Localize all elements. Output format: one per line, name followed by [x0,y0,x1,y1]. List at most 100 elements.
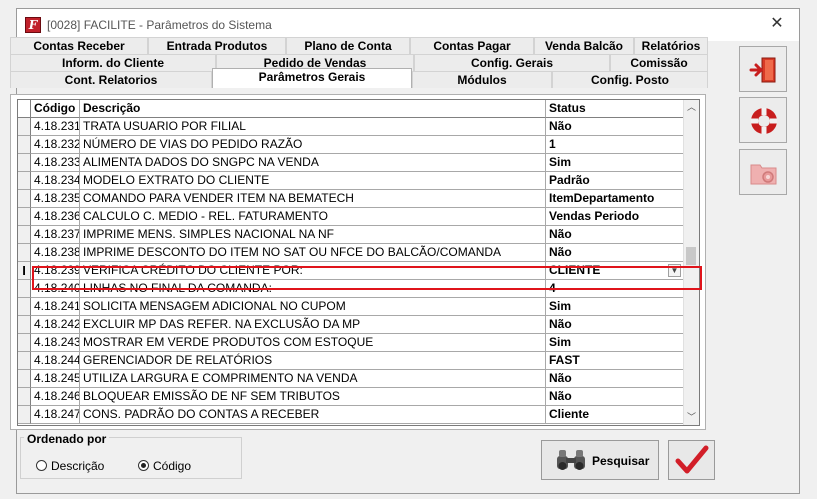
row-indicator [18,316,31,334]
tab-contas-pagar[interactable]: Contas Pagar [410,37,534,54]
scroll-down-icon[interactable]: ﹀ [684,410,699,425]
row-code: 4.18.235 [31,190,80,208]
row-code: 4.18.243 [31,334,80,352]
tab-contas-receber[interactable]: Contas Receber [10,37,148,54]
row-code: 4.18.236 [31,208,80,226]
row-status[interactable]: Padrão [546,172,684,190]
table-row[interactable]: 4.18.237 IMPRIME MENS. SIMPLES NACIONAL … [18,226,684,244]
row-status[interactable]: Sim [546,298,684,316]
search-button[interactable]: Pesquisar [541,440,659,480]
radio-order-description[interactable]: Descrição [36,458,104,474]
row-code: 4.18.233 [31,154,80,172]
table-row[interactable]: 4.18.231 TRATA USUARIO POR FILIAL Não [18,118,684,136]
confirm-button[interactable] [668,440,715,480]
tab-entrada-produtos[interactable]: Entrada Produtos [148,37,286,54]
row-status[interactable]: ItemDepartamento [546,190,684,208]
checkmark-icon [675,445,709,474]
table-row[interactable]: 4.18.234 MODELO EXTRATO DO CLIENTE Padrã… [18,172,684,190]
table-row-selected[interactable]: I 4.18.239 VERIFICA CRÉDITO DO CLIENTE P… [18,262,684,280]
tab-comissao[interactable]: Comissão [610,54,708,71]
tab-modulos[interactable]: Módulos [412,71,552,88]
row-description: EXCLUIR MP DAS REFER. NA EXCLUSÃO DA MP [80,316,546,334]
table-row[interactable]: 4.18.240 LINHAS NO FINAL DA COMANDA: 4 [18,280,684,298]
scrollbar-thumb[interactable] [686,247,696,265]
row-description: TRATA USUARIO POR FILIAL [80,118,546,136]
row-status[interactable]: Não [546,370,684,388]
table-row[interactable]: 4.18.236 CALCULO C. MEDIO - REL. FATURAM… [18,208,684,226]
status-dropdown[interactable]: CLIENTE ▼ [546,262,684,280]
header-description[interactable]: Descrição [80,100,546,118]
row-status[interactable]: 1 [546,136,684,154]
row-code: 4.18.241 [31,298,80,316]
exit-door-icon [749,57,776,83]
row-status[interactable]: Cliente [546,406,684,424]
row-indicator [18,406,31,424]
header-code[interactable]: Código [31,100,80,118]
row-code: 4.18.234 [31,172,80,190]
table-row[interactable]: 4.18.241 SOLICITA MENSAGEM ADICIONAL NO … [18,298,684,316]
row-description: IMPRIME MENS. SIMPLES NACIONAL NA NF [80,226,546,244]
parameters-grid: Código Descrição Status 4.18.231 TRATA U… [17,99,700,426]
row-code: 4.18.247 [31,406,80,424]
tab-config-posto[interactable]: Config. Posto [552,71,708,88]
row-description: LINHAS NO FINAL DA COMANDA: [80,280,546,298]
header-status[interactable]: Status [546,100,684,118]
row-code: 4.18.232 [31,136,80,154]
row-description: VERIFICA CRÉDITO DO CLIENTE POR: [80,262,546,280]
order-by-legend: Ordenado por [24,432,110,446]
help-button[interactable] [739,97,787,143]
row-status[interactable]: Não [546,316,684,334]
row-code: 4.18.238 [31,244,80,262]
config-button-disabled[interactable] [739,149,787,195]
table-row[interactable]: 4.18.244 GERENCIADOR DE RELATÓRIOS FAST [18,352,684,370]
row-description: IMPRIME DESCONTO DO ITEM NO SAT OU NFCE … [80,244,546,262]
binoculars-icon [557,450,585,470]
row-status[interactable]: Não [546,226,684,244]
radio-checked-icon[interactable] [138,460,149,472]
row-description: MOSTRAR EM VERDE PRODUTOS COM ESTOQUE [80,334,546,352]
row-indicator [18,244,31,262]
exit-button[interactable] [739,46,787,92]
tab-venda-balcao[interactable]: Venda Balcão [534,37,634,54]
row-status[interactable]: Não [546,244,684,262]
edit-cursor-marker: I [22,263,26,278]
row-indicator [18,352,31,370]
row-description: CALCULO C. MEDIO - REL. FATURAMENTO [80,208,546,226]
tab-cont-relatorios[interactable]: Cont. Relatorios [10,71,212,88]
table-row[interactable]: 4.18.245 UTILIZA LARGURA E COMPRIMENTO N… [18,370,684,388]
table-row[interactable]: 4.18.238 IMPRIME DESCONTO DO ITEM NO SAT… [18,244,684,262]
tab-inform-cliente[interactable]: Inform. do Cliente [10,54,216,71]
row-code: 4.18.245 [31,370,80,388]
table-row[interactable]: 4.18.247 CONS. PADRÃO DO CONTAS A RECEBE… [18,406,684,424]
table-row[interactable]: 4.18.243 MOSTRAR EM VERDE PRODUTOS COM E… [18,334,684,352]
table-row[interactable]: 4.18.233 ALIMENTA DADOS DO SNGPC NA VEND… [18,154,684,172]
tab-strip: Contas Receber Entrada Produtos Plano de… [10,37,708,93]
tab-parametros-gerais[interactable]: Parâmetros Gerais [212,68,412,88]
radio-order-code[interactable]: Código [138,458,191,474]
tab-config-gerais[interactable]: Config. Gerais [414,54,610,71]
radio-circle-icon[interactable] [36,460,47,472]
row-indicator [18,190,31,208]
row-status[interactable]: Não [546,388,684,406]
row-status[interactable]: Não [546,118,684,136]
table-row[interactable]: 4.18.246 BLOQUEAR EMISSÃO DE NF SEM TRIB… [18,388,684,406]
tab-relatorios[interactable]: Relatórios [634,37,708,54]
row-description: BLOQUEAR EMISSÃO DE NF SEM TRIBUTOS [80,388,546,406]
scroll-up-icon[interactable]: ︿ [684,100,699,115]
row-status[interactable]: Vendas Periodo [546,208,684,226]
row-status[interactable]: Sim [546,154,684,172]
row-status[interactable]: 4 [546,280,684,298]
row-status[interactable]: Sim [546,334,684,352]
row-indicator [18,208,31,226]
vertical-scrollbar[interactable]: ︿ ﹀ [683,100,699,425]
status-dropdown-value: CLIENTE [549,263,601,277]
table-row[interactable]: 4.18.235 COMANDO PARA VENDER ITEM NA BEM… [18,190,684,208]
chevron-down-icon[interactable]: ▼ [668,264,681,277]
table-row[interactable]: 4.18.242 EXCLUIR MP DAS REFER. NA EXCLUS… [18,316,684,334]
row-description: GERENCIADOR DE RELATÓRIOS [80,352,546,370]
table-row[interactable]: 4.18.232 NÚMERO DE VIAS DO PEDIDO RAZÃO … [18,136,684,154]
row-status[interactable]: FAST [546,352,684,370]
grid-header: Código Descrição Status [18,100,684,118]
tab-plano-de-conta[interactable]: Plano de Conta [286,37,410,54]
close-button[interactable]: ✕ [755,9,799,39]
